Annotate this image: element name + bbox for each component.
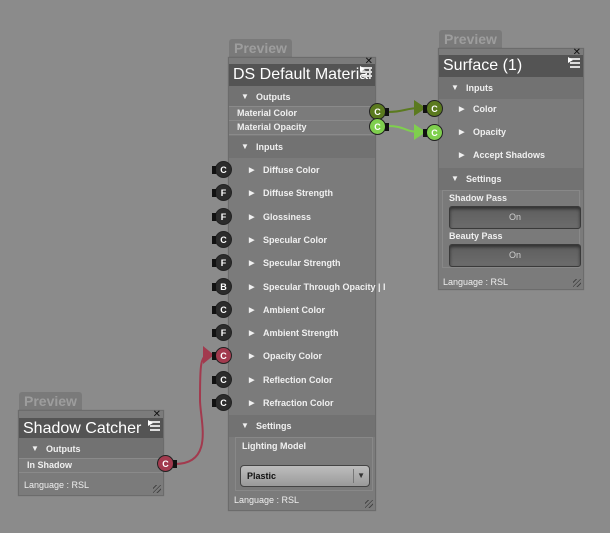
inputs-label: Inputs: [256, 142, 283, 152]
shadow-pass-toggle[interactable]: On: [449, 206, 581, 229]
shadow-catcher-title: Shadow Catcher (3): [19, 418, 163, 459]
beauty-pass-toggle[interactable]: On: [449, 244, 581, 267]
chevron-down-icon: ▼: [357, 471, 365, 480]
expand-icon: ▶: [459, 106, 465, 113]
resize-grip[interactable]: [573, 279, 581, 287]
port-surface-color-in[interactable]: C: [423, 100, 443, 117]
material-title: DS Default Material (2): [229, 64, 375, 105]
collapse-icon: ▼: [241, 92, 249, 101]
resize-grip[interactable]: [365, 500, 373, 508]
expand-icon: ▶: [249, 167, 255, 174]
output-label: In Shadow: [27, 460, 72, 470]
expand-icon: ▶: [249, 283, 255, 291]
shadow-pass-label: Shadow Pass: [449, 193, 508, 203]
language-label: Language : RSL: [234, 495, 300, 505]
port-input[interactable]: C: [212, 230, 232, 248]
input-label: Specular Color: [263, 234, 328, 245]
surface-panel: ✕ Surface (1) ▼ Inputs ▶ Color ▶ Opacity ▶…: [438, 48, 584, 290]
port-input[interactable]: F: [212, 207, 232, 225]
port-input[interactable]: C: [212, 370, 232, 388]
port-input[interactable]: C: [212, 161, 232, 178]
shadow-catcher-panel: ✕ Shadow Catcher (3) ▼ Outputs In Shadow…: [18, 410, 164, 496]
menu-icon[interactable]: [360, 66, 372, 81]
expand-icon: ▶: [459, 129, 465, 136]
port-input[interactable]: F: [212, 324, 232, 342]
settings-label: Settings: [466, 174, 502, 184]
output-label: Material Color: [237, 108, 298, 118]
expand-icon: ▶: [249, 330, 255, 338]
input-label: Opacity Color: [263, 351, 323, 362]
port-input[interactable]: C: [212, 300, 232, 318]
menu-icon[interactable]: [568, 57, 580, 72]
expand-icon: ▶: [249, 190, 255, 198]
surface-title: Surface (1): [439, 55, 583, 77]
collapse-icon: ▼: [31, 444, 39, 453]
collapse-icon: ▼: [451, 83, 459, 92]
input-label: Specular Strength: [263, 258, 341, 269]
settings-label: Settings: [256, 421, 292, 431]
material-inputs-section[interactable]: ▼ Inputs: [229, 136, 375, 158]
lighting-model-value: Plastic: [247, 471, 277, 481]
input-label: Ambient Color: [263, 304, 325, 315]
collapse-icon: ▼: [241, 421, 249, 430]
expand-icon: ▶: [249, 306, 255, 314]
input-label: Diffuse Color: [263, 165, 320, 175]
input-label: Ambient Strength: [263, 328, 339, 339]
collapse-icon: ▼: [241, 142, 249, 151]
port-material-opacity-out[interactable]: C: [369, 118, 389, 135]
expand-icon: ▶: [249, 400, 255, 407]
collapse-icon: ▼: [451, 174, 459, 183]
expand-icon: ▶: [249, 353, 255, 361]
expand-icon: ▶: [249, 213, 255, 221]
port-surface-opacity-in[interactable]: C: [423, 124, 443, 141]
surface-settings-group: Shadow Pass On Beauty Pass On: [442, 190, 581, 268]
input-label: Reflection Color: [263, 374, 333, 385]
surface-inputs-section[interactable]: ▼ Inputs: [439, 77, 583, 99]
input-label: Diffuse Strength: [263, 188, 334, 199]
port-input[interactable]: B: [212, 277, 232, 295]
outputs-label: Outputs: [256, 92, 291, 102]
outputs-label: Outputs: [46, 444, 81, 454]
wire-in-shadow-to-opacity-color: [174, 354, 209, 465]
surface-preview-tab[interactable]: Preview: [439, 30, 502, 48]
material-preview-tab[interactable]: Preview: [229, 39, 292, 57]
expand-icon: ▶: [459, 152, 465, 159]
beauty-pass-label: Beauty Pass: [449, 231, 503, 241]
language-label: Language : RSL: [443, 277, 509, 287]
lighting-model-label: Lighting Model: [242, 441, 306, 451]
shadow-catcher-outputs-section[interactable]: ▼ Outputs: [19, 438, 163, 460]
port-in-shadow-out[interactable]: C: [157, 455, 177, 472]
inputs-label: Inputs: [466, 83, 493, 93]
port-input[interactable]: C: [212, 394, 232, 411]
surface-settings-section[interactable]: ▼ Settings: [439, 168, 583, 190]
output-in-shadow: In Shadow: [19, 458, 163, 473]
surface-title-text: Surface (1): [443, 57, 523, 74]
expand-icon: ▶: [249, 376, 255, 384]
material-panel: ✕ DS Default Material (2) ▼ Outputs Mate…: [228, 57, 386, 511]
expand-icon: ▶: [249, 236, 255, 244]
language-label: Language : RSL: [24, 480, 90, 490]
output-material-color: Material Color: [229, 106, 375, 121]
material-outputs-section[interactable]: ▼ Outputs: [229, 86, 375, 108]
expand-icon: ▶: [249, 260, 255, 268]
output-label: Material Opacity: [237, 122, 307, 132]
input-label: Specular Through Opacity | I: [263, 281, 386, 292]
output-material-opacity: Material Opacity: [229, 120, 375, 135]
resize-grip[interactable]: [153, 485, 161, 493]
input-label: Glossiness: [263, 211, 312, 222]
input-label: Refraction Color: [263, 398, 334, 408]
lighting-model-select[interactable]: Plastic ▼: [240, 465, 370, 487]
lighting-model-group: Lighting Model Plastic ▼: [235, 437, 373, 491]
menu-icon[interactable]: [148, 420, 160, 435]
material-settings-section[interactable]: ▼ Settings: [229, 415, 375, 437]
shadow-catcher-preview-tab[interactable]: Preview: [19, 392, 82, 410]
